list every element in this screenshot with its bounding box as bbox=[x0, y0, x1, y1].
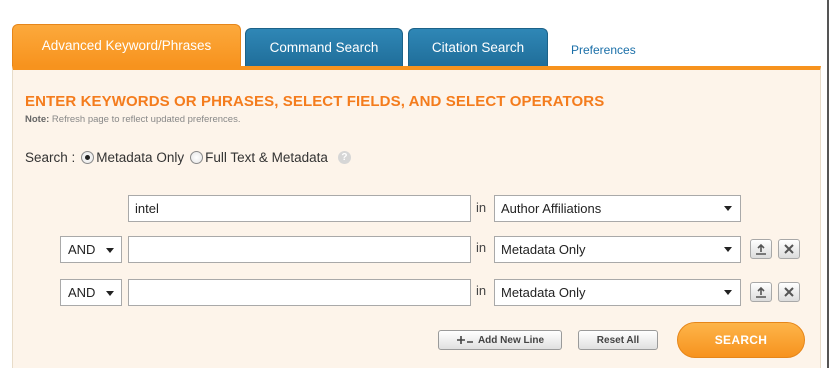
move-up-button-2[interactable] bbox=[750, 239, 772, 259]
field-select-2-value: Metadata Only bbox=[501, 242, 586, 257]
question-icon[interactable]: ? bbox=[337, 151, 351, 164]
chevron-down-icon bbox=[724, 290, 732, 295]
search-button[interactable]: SEARCH bbox=[677, 322, 805, 358]
keyword-input-1[interactable]: intel bbox=[128, 195, 471, 222]
chevron-down-icon bbox=[724, 206, 732, 211]
chevron-down-icon bbox=[106, 291, 114, 296]
add-new-line-button[interactable]: Add New Line bbox=[438, 330, 562, 350]
preferences-link[interactable]: Preferences bbox=[571, 43, 636, 57]
chevron-down-icon bbox=[106, 248, 114, 253]
field-select-2[interactable]: Metadata Only bbox=[494, 236, 741, 263]
radio-metadata-only[interactable] bbox=[81, 151, 95, 164]
move-up-icon bbox=[756, 286, 766, 298]
reset-all-button[interactable]: Reset All bbox=[578, 330, 658, 350]
add-new-line-label: Add New Line bbox=[477, 334, 545, 346]
operator-select-2-value: AND bbox=[68, 242, 96, 257]
tab-command-search[interactable]: Command Search bbox=[245, 28, 403, 66]
radio-full-text-metadata[interactable] bbox=[190, 151, 204, 164]
field-select-1[interactable]: Author Affiliations bbox=[494, 195, 741, 222]
radio-metadata-only-label[interactable]: Metadata Only bbox=[96, 150, 184, 165]
search-scope-label: Search : bbox=[25, 150, 76, 165]
reset-all-label: Reset All bbox=[596, 334, 640, 346]
close-icon bbox=[784, 287, 794, 297]
tab-advanced-keyword[interactable]: Advanced Keyword/Phrases bbox=[12, 24, 241, 66]
search-scope-row: Search : Metadata Only Full Text & Metad… bbox=[25, 150, 351, 165]
field-select-1-value: Author Affiliations bbox=[501, 201, 602, 216]
note-text: Refresh page to reflect updated preferen… bbox=[49, 114, 241, 125]
chevron-down-icon bbox=[724, 247, 732, 252]
in-label-1: in bbox=[476, 200, 487, 215]
remove-line-button-3[interactable] bbox=[778, 282, 800, 302]
preferences-note: Note: Refresh page to reflect updated pr… bbox=[25, 114, 240, 125]
field-select-3[interactable]: Metadata Only bbox=[494, 279, 741, 306]
note-prefix: Note: bbox=[25, 114, 50, 125]
search-button-label: SEARCH bbox=[714, 333, 768, 347]
close-icon bbox=[784, 244, 794, 254]
keyword-input-2[interactable] bbox=[128, 236, 471, 263]
operator-select-3[interactable]: AND bbox=[60, 279, 122, 306]
operator-select-2[interactable]: AND bbox=[60, 236, 122, 263]
keyword-input-3[interactable] bbox=[128, 279, 471, 306]
tab-citation-search[interactable]: Citation Search bbox=[408, 28, 548, 66]
move-up-icon bbox=[756, 243, 766, 255]
tab-bar: Advanced Keyword/Phrases Command Search … bbox=[0, 0, 833, 66]
remove-line-button-2[interactable] bbox=[778, 239, 800, 259]
operator-select-3-value: AND bbox=[68, 285, 96, 300]
add-line-icon bbox=[456, 336, 473, 344]
radio-full-text-metadata-label[interactable]: Full Text & Metadata bbox=[205, 150, 328, 165]
page-edge-divider bbox=[827, 0, 829, 368]
panel-heading: ENTER KEYWORDS OR PHRASES, SELECT FIELDS… bbox=[25, 93, 605, 110]
in-label-2: in bbox=[476, 240, 487, 255]
in-label-3: in bbox=[476, 283, 487, 298]
field-select-3-value: Metadata Only bbox=[501, 285, 586, 300]
move-up-button-3[interactable] bbox=[750, 282, 772, 302]
